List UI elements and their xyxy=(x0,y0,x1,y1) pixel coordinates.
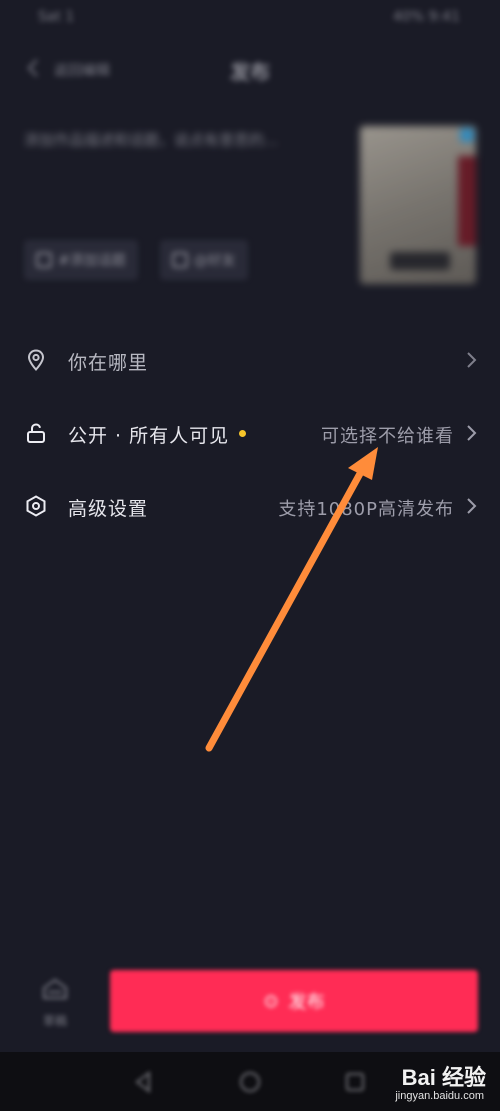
mention-label: @好友 xyxy=(193,253,236,269)
draft-box-icon xyxy=(43,978,67,999)
hexagon-settings-icon xyxy=(26,495,46,517)
publish-button[interactable]: ⊙ 发布 xyxy=(110,970,478,1032)
chevron-right-icon xyxy=(467,498,477,514)
caption-input[interactable]: 添加作品描述和话题，说点有意思的... xyxy=(24,128,344,152)
chevron-right-icon xyxy=(467,352,477,368)
status-left: Sat 1 xyxy=(38,9,75,25)
publish-label: 发布 xyxy=(288,992,325,1012)
add-topic-chip[interactable]: #添加话题 xyxy=(24,240,138,280)
top-bar: 返回编辑 发布 xyxy=(0,48,500,92)
baidu-jingyan-watermark: Bai 经验 jingyan.baidu.com xyxy=(376,1060,486,1106)
privacy-label: 公开 · 所有人可见 xyxy=(68,421,247,448)
privacy-label-text: 公开 · 所有人可见 xyxy=(68,425,230,447)
caption-text: 添加作品描述和话题，说点有意思的... xyxy=(24,131,279,149)
caption-chips: #添加话题 @好友 xyxy=(24,240,248,280)
status-bar: Sat 1 40% 9:41 xyxy=(0,0,500,40)
publish-icon: ⊙ xyxy=(263,990,279,1011)
chevron-right-icon xyxy=(467,425,477,441)
watermark-logo: Bai 经验 xyxy=(401,1065,486,1090)
watermark-url: jingyan.baidu.com xyxy=(395,1090,484,1102)
save-draft-button[interactable]: 草稿 xyxy=(30,974,80,1034)
location-pin-icon xyxy=(27,349,45,371)
nav-home-icon[interactable] xyxy=(237,1069,263,1095)
advanced-value: 支持1080P高清发布 xyxy=(278,499,454,520)
cover-accent xyxy=(458,156,476,246)
location-row[interactable]: 你在哪里 xyxy=(0,335,500,385)
page-title: 发布 xyxy=(230,60,270,84)
location-label: 你在哪里 xyxy=(68,352,149,374)
advanced-settings-row[interactable]: 高级设置 支持1080P高清发布 xyxy=(0,481,500,531)
privacy-value: 可选择不给谁看 xyxy=(321,426,454,447)
advanced-label: 高级设置 xyxy=(68,498,149,520)
new-feature-dot xyxy=(239,430,247,437)
bottom-action-bar: 草稿 ⊙ 发布 xyxy=(0,960,500,1050)
nav-recents-icon[interactable] xyxy=(342,1069,368,1095)
cover-corner-badge xyxy=(460,128,474,142)
hashtag-icon xyxy=(36,252,52,268)
unlock-icon xyxy=(27,423,45,443)
mention-friend-chip[interactable]: @好友 xyxy=(159,240,248,280)
status-right: 40% 9:41 xyxy=(392,9,460,25)
select-cover-badge xyxy=(390,252,450,270)
video-cover-thumbnail[interactable] xyxy=(360,126,476,284)
add-topic-label: #添加话题 xyxy=(58,253,126,269)
nav-back-icon[interactable] xyxy=(130,1069,156,1095)
privacy-row[interactable]: 公开 · 所有人可见 可选择不给谁看 xyxy=(0,408,500,458)
draft-label: 草稿 xyxy=(42,1014,67,1028)
at-icon xyxy=(171,252,188,268)
